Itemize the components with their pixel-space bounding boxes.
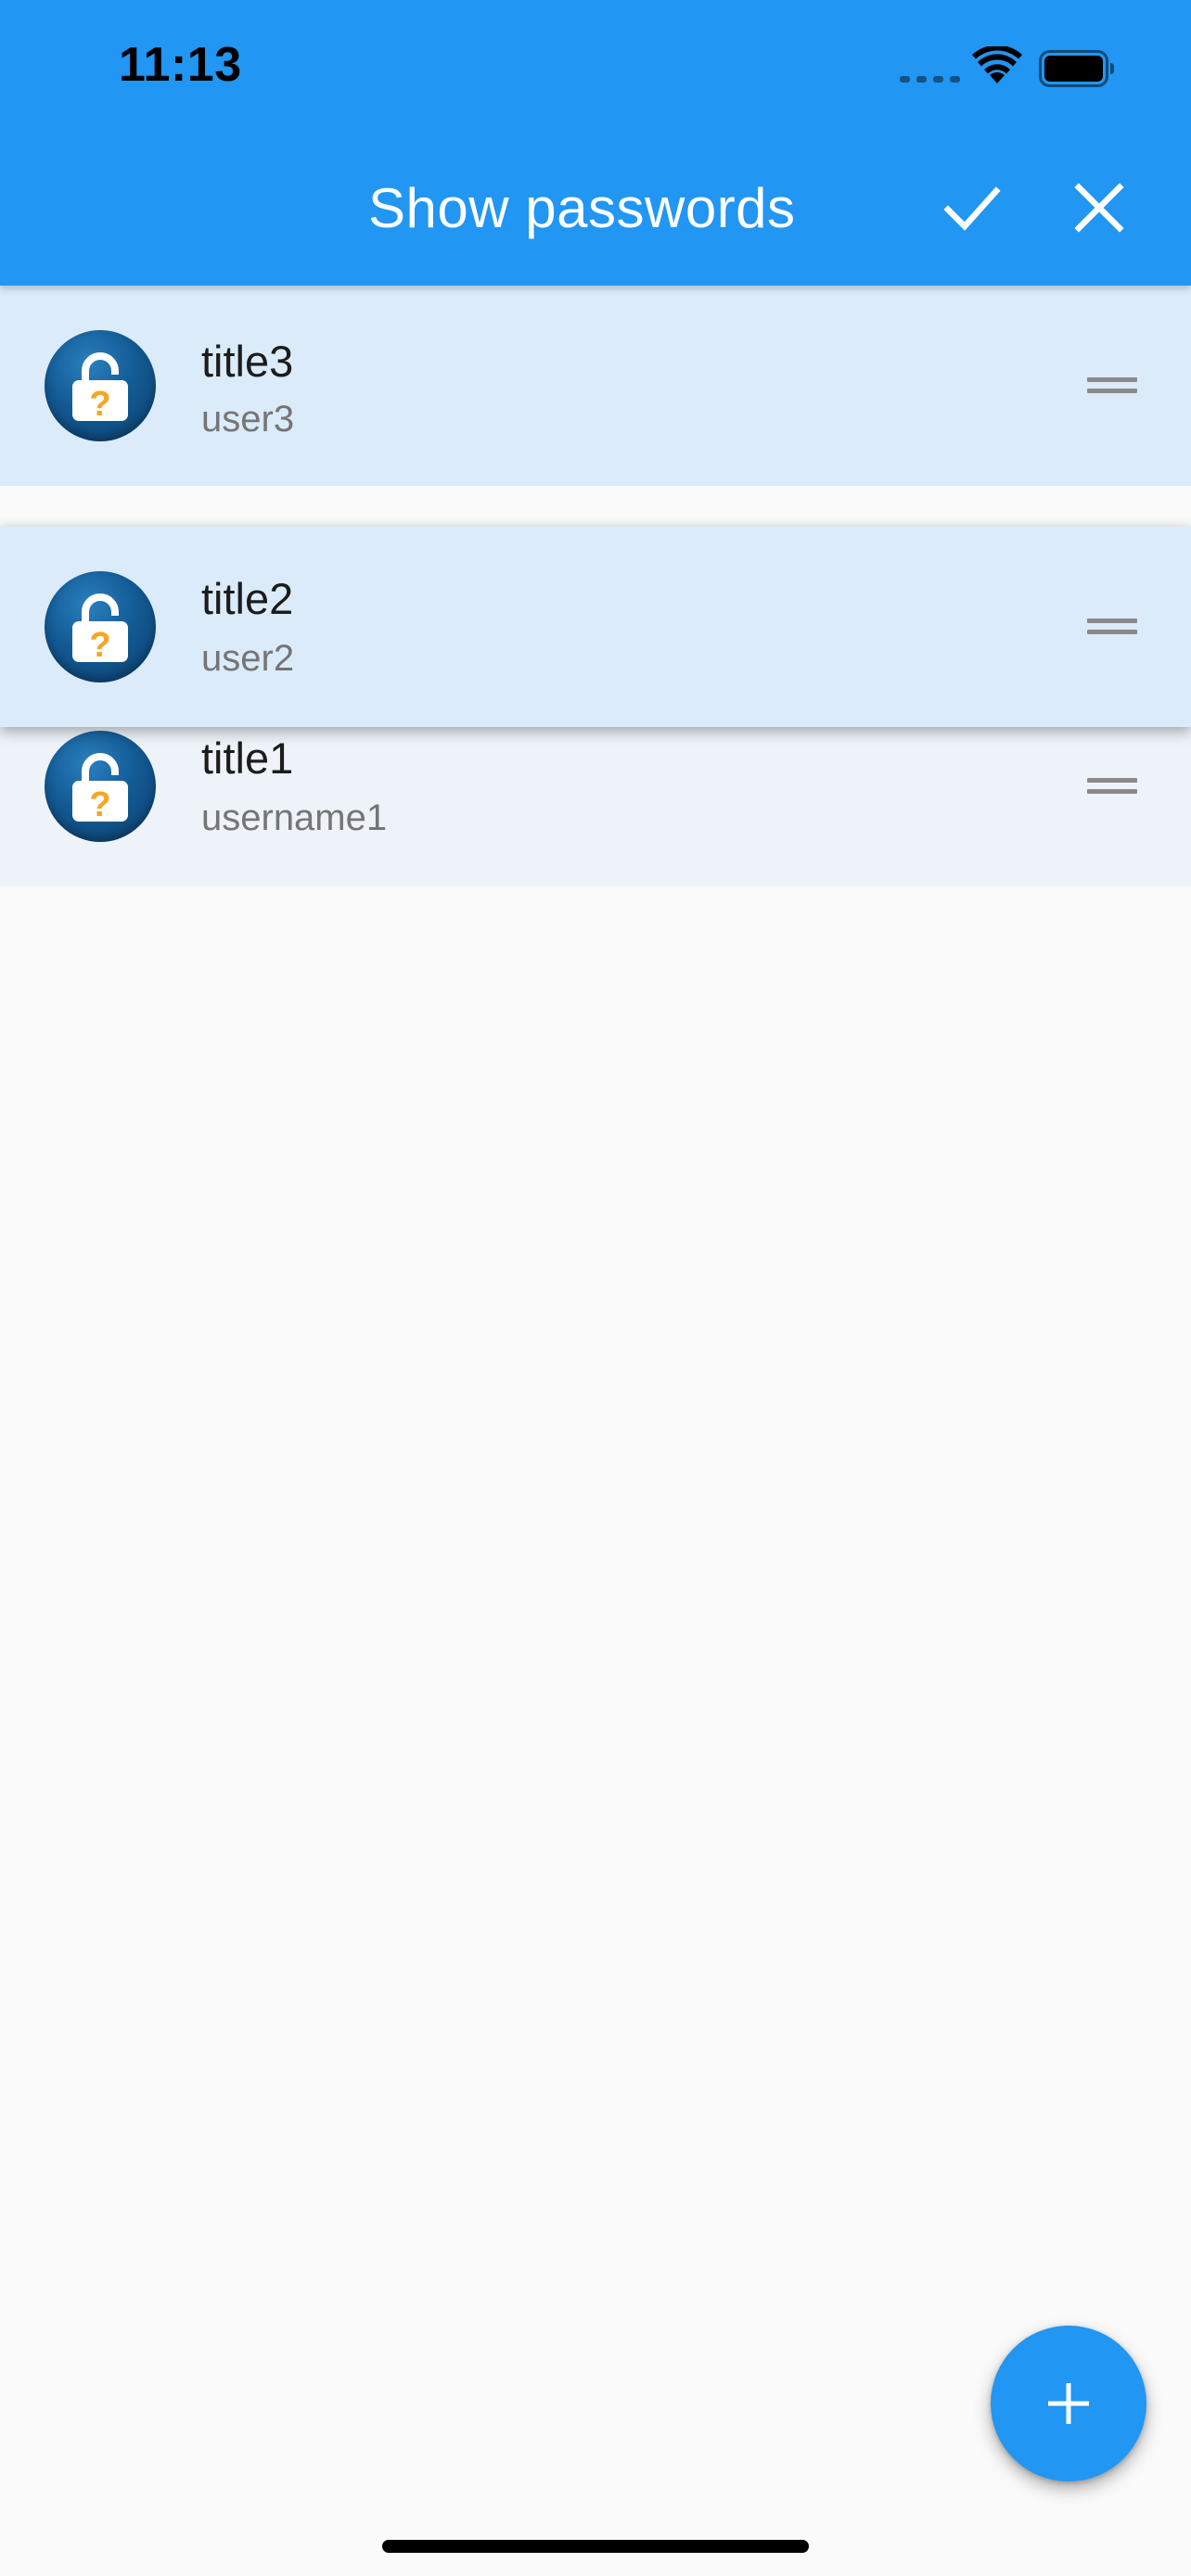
check-icon [943,186,1001,231]
entry-title: title1 [201,733,294,783]
list-item[interactable]: ? title1 username1 [0,727,1191,886]
svg-text:?: ? [89,785,110,824]
status-time: 11:13 [119,38,242,92]
app-bar: 11:13 Show passwords [0,0,1191,286]
page-title: Show passwords [368,177,796,239]
drag-handle-icon[interactable] [1087,774,1137,798]
drag-handle-icon[interactable] [1087,615,1137,639]
battery-icon [1039,50,1114,87]
entry-username: username1 [201,797,388,838]
svg-text:?: ? [89,385,110,424]
close-icon [1074,183,1124,233]
plus-icon [1048,2383,1089,2424]
list-item[interactable]: ? title2 user2 [0,527,1191,727]
entry-title: title3 [201,337,294,386]
padlock-question-icon: ? [45,330,156,441]
add-entry-button[interactable] [991,2326,1146,2481]
confirm-button[interactable] [935,171,1009,245]
entry-username: user2 [201,638,295,679]
svg-text:?: ? [89,626,110,665]
padlock-question-icon: ? [45,571,156,682]
list-item[interactable]: ? title3 user3 [0,286,1191,486]
cellular-signal-icon [900,76,960,83]
close-button[interactable] [1062,171,1136,245]
padlock-question-icon: ? [45,731,156,842]
drag-handle-icon[interactable] [1087,374,1137,398]
wifi-icon [972,46,1022,83]
entry-username: user3 [201,399,295,440]
entry-title: title2 [201,574,294,623]
home-indicator[interactable] [382,2540,809,2553]
show-passwords-screen: 11:13 Show passwords ? title3 user3 ? ti… [0,0,1191,2576]
